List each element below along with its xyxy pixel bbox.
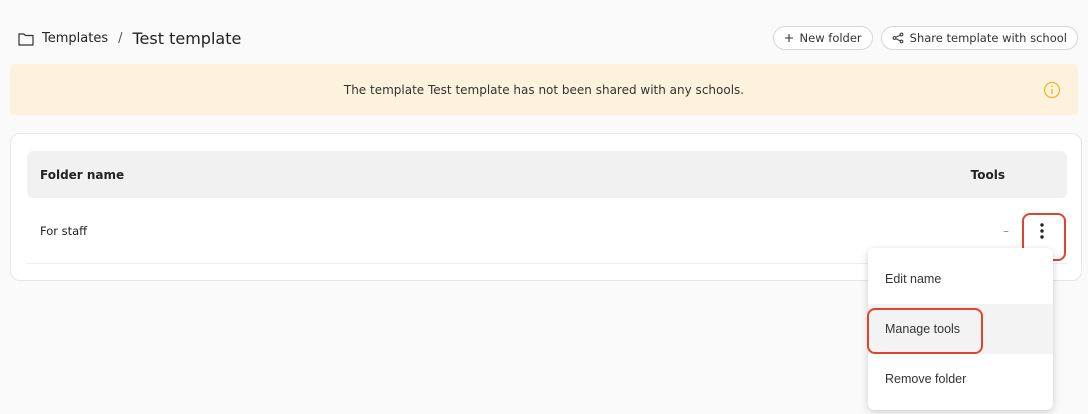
folder-name-cell: For staff	[40, 223, 88, 238]
tools-cell: –	[1003, 208, 1067, 261]
page: Templates / Test template New folder Sha…	[0, 0, 1088, 414]
page-title: Test template	[132, 28, 242, 48]
header-actions: New folder Share template with school	[772, 26, 1078, 50]
breadcrumb-templates[interactable]: Templates	[42, 31, 108, 46]
not-shared-banner: The template Test template has not been …	[10, 64, 1078, 115]
folder-icon	[18, 31, 34, 46]
column-folder-name: Folder name	[40, 167, 125, 182]
column-tools: Tools	[970, 167, 1005, 182]
new-folder-button[interactable]: New folder	[772, 26, 873, 50]
breadcrumb-separator: /	[118, 30, 123, 46]
tools-value: –	[1003, 223, 1009, 238]
menu-item-edit-name[interactable]: Edit name	[868, 254, 1053, 304]
share-template-button[interactable]: Share template with school	[880, 26, 1078, 50]
manage-tools-highlight	[867, 308, 983, 354]
new-folder-label: New folder	[799, 31, 862, 45]
page-header: Templates / Test template New folder Sha…	[10, 24, 1078, 52]
share-icon	[892, 32, 904, 44]
row-options-button[interactable]	[1019, 208, 1066, 261]
breadcrumb: Templates / Test template	[10, 29, 241, 48]
plus-icon	[784, 33, 794, 43]
table-header: Folder name Tools	[27, 151, 1067, 198]
share-template-label: Share template with school	[909, 31, 1067, 45]
info-icon	[1043, 81, 1061, 99]
banner-message: The template Test template has not been …	[343, 82, 745, 97]
menu-item-remove-folder[interactable]: Remove folder	[868, 354, 1053, 404]
